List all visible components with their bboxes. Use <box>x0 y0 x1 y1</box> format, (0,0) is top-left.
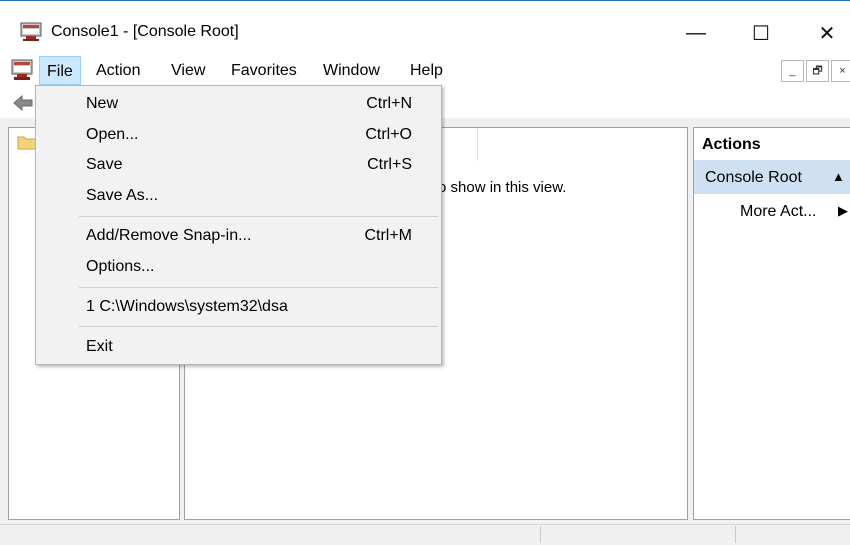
status-bar <box>0 524 850 545</box>
shortcut-add-remove-snap-in: Ctrl+M <box>364 227 412 244</box>
mmc-console-icon[interactable] <box>20 22 42 42</box>
menu-item-open[interactable]: Open... <box>86 126 138 144</box>
column-header-divider <box>477 128 478 161</box>
maximize-button[interactable]: ☐ <box>738 14 784 52</box>
mdi-close-button[interactable]: × <box>831 60 850 82</box>
actions-title: Actions <box>702 136 761 153</box>
window-title: Console1 - [Console Root] <box>51 23 239 40</box>
back-arrow-icon[interactable] <box>12 94 34 112</box>
empty-view-message: o show in this view. <box>438 179 567 196</box>
menu-item-recent-file[interactable]: 1 C:\Windows\system32\dsa <box>86 298 288 316</box>
mdi-minimize-button[interactable]: _ <box>781 60 804 82</box>
status-divider <box>540 526 541 543</box>
menu-item-save-as[interactable]: Save As... <box>86 187 158 205</box>
menu-item-add-remove-snap-in[interactable]: Add/Remove Snap-in... <box>86 227 251 245</box>
menu-item-new[interactable]: New <box>86 95 118 113</box>
menu-view[interactable]: View <box>164 56 212 85</box>
actions-section-label: Console Root <box>705 169 802 186</box>
shortcut-open: Ctrl+O <box>365 126 412 143</box>
mdi-controls: _ 🗗 × <box>779 57 850 85</box>
status-divider <box>735 526 736 543</box>
menu-separator <box>79 326 438 327</box>
menu-window[interactable]: Window <box>316 56 387 85</box>
menu-item-options[interactable]: Options... <box>86 258 154 276</box>
close-button[interactable]: ✕ <box>804 14 850 52</box>
menu-item-exit[interactable]: Exit <box>86 338 113 356</box>
menu-favorites[interactable]: Favorites <box>224 56 304 85</box>
more-actions-item[interactable]: More Act... <box>740 203 816 221</box>
mmc-console-icon[interactable] <box>10 58 34 82</box>
submenu-arrow-icon: ▶ <box>838 203 848 218</box>
menu-item-save[interactable]: Save <box>86 156 122 174</box>
shortcut-save: Ctrl+S <box>367 156 412 173</box>
minimize-button[interactable]: — <box>673 14 719 52</box>
menu-separator <box>79 216 438 217</box>
menu-file[interactable]: File <box>39 56 81 85</box>
folder-icon[interactable] <box>17 134 37 150</box>
shortcut-new: Ctrl+N <box>366 95 412 112</box>
collapse-up-icon[interactable]: ▲ <box>832 169 845 184</box>
menu-separator <box>79 287 438 288</box>
menu-action[interactable]: Action <box>89 56 147 85</box>
mdi-restore-button[interactable]: 🗗 <box>806 60 829 82</box>
menu-help[interactable]: Help <box>403 56 450 85</box>
